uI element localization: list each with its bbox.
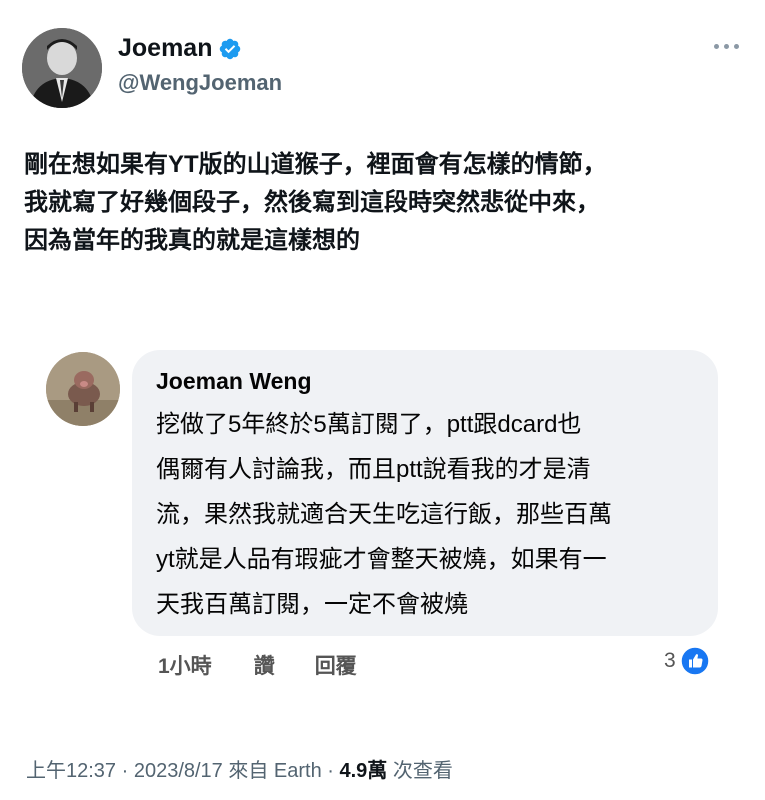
comment-line: 挖做了5年終於5萬訂閱了，ptt跟dcard也 [156,411,582,438]
views-count[interactable]: 4.9萬 [340,760,388,782]
commenter-name[interactable]: Joeman Weng [156,364,696,398]
comment-actions: 1小時 讚 回覆 [158,650,357,680]
comment-time: 1小時 [158,655,212,678]
tweet-text: 剛在想如果有YT版的山道猴子，裡面會有怎樣的情節， 我就寫了好幾個段子，然後寫到… [24,146,744,260]
comment-body: 挖做了5年終於5萬訂閱了，ptt跟dcard也 偶爾有人討論我，而且ptt說看我… [156,402,696,627]
author-handle[interactable]: @WengJoeman [118,70,282,96]
tweet-line: 我就寫了好幾個段子，然後寫到這段時突然悲從中來， [24,189,600,216]
tweet-line: 剛在想如果有YT版的山道猴子，裡面會有怎樣的情節， [24,151,607,178]
comment-line: yt就是人品有瑕疵才會整天被燒，如果有一 [156,546,607,573]
comment-reactions[interactable]: 3 [664,646,710,676]
author-name-row[interactable]: Joeman [118,34,242,63]
tweet-line: 因為當年的我真的就是這樣想的 [24,227,360,254]
author-avatar[interactable] [22,28,102,108]
tweet-timestamp[interactable]: 上午12:37 · 2023/8/17 來自 Earth · [26,760,340,782]
views-label: 次查看 [387,760,453,782]
author-display-name[interactable]: Joeman [118,34,212,63]
comment-line: 偶爾有人討論我，而且ptt說看我的才是清 [156,456,591,483]
comment-line: 流，果然我就適合天生吃這行飯，那些百萬 [156,501,612,528]
verified-badge-icon [220,38,241,59]
tweet-meta: 上午12:37 · 2023/8/17 來自 Earth · 4.9萬 次查看 [26,754,453,783]
comment-like-button[interactable]: 讚 [254,650,275,680]
more-options-icon[interactable] [714,44,739,49]
commenter-avatar [46,352,120,426]
reaction-count: 3 [664,649,676,672]
comment-line: 天我百萬訂閱，一定不會被燒 [156,591,468,618]
comment-bubble: Joeman Weng 挖做了5年終於5萬訂閱了，ptt跟dcard也 偶爾有人… [132,350,718,636]
thumbs-up-icon [679,646,710,676]
comment-reply-button[interactable]: 回覆 [315,650,357,680]
